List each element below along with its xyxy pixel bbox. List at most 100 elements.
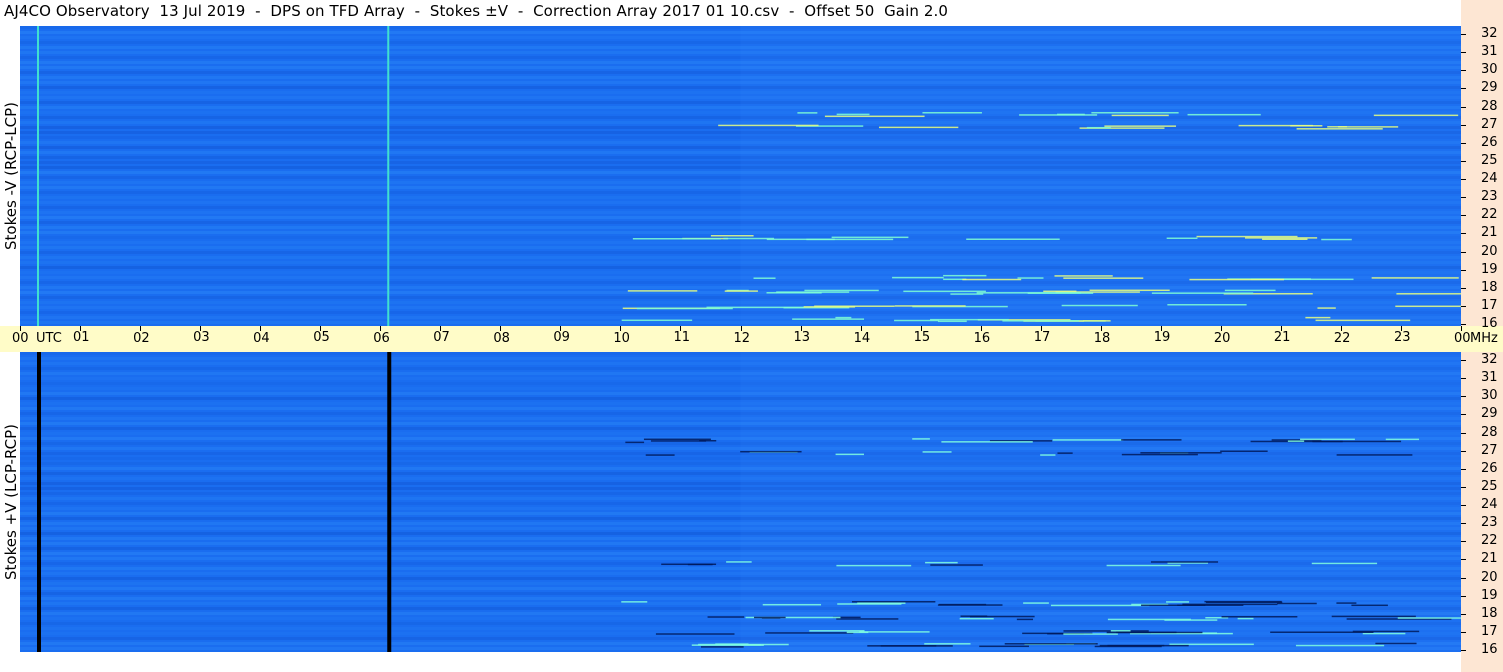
emission-streak	[1187, 113, 1261, 116]
emission-streak	[655, 633, 735, 635]
emission-streak	[1397, 617, 1461, 619]
emission-streak	[1336, 602, 1357, 604]
time-tick-label: 19	[1153, 330, 1171, 345]
time-tick-label: 09	[553, 330, 570, 345]
emission-streak	[1063, 633, 1118, 635]
frequency-tick-mark	[1461, 142, 1466, 144]
emission-streak	[1276, 602, 1317, 605]
frequency-tick-mark	[1461, 160, 1466, 162]
frequency-tick-label: 19	[1481, 587, 1498, 603]
emission-streak	[1321, 238, 1352, 241]
emission-streak	[878, 126, 959, 129]
emission-streak	[724, 290, 758, 292]
emission-streak	[831, 236, 909, 239]
frequency-tick-mark	[1461, 287, 1466, 289]
daytime-region	[740, 26, 1461, 326]
top-frequency-axis: 32 31 30 29 28 27 26 25 24 23 22 21 20 19 18 17 16	[1461, 0, 1503, 331]
emission-streak	[718, 124, 819, 127]
emission-streak	[903, 290, 986, 293]
frequency-tick-mark	[1461, 378, 1466, 380]
frequency-tick-mark	[1461, 233, 1466, 235]
frequency-tick-mark	[1461, 305, 1466, 307]
emission-streak	[846, 631, 869, 634]
frequency-tick-mark	[1461, 197, 1466, 199]
frequency-tick-mark	[1461, 595, 1466, 597]
emission-streak	[1311, 562, 1378, 565]
emission-streak	[645, 454, 675, 456]
emission-streak	[1086, 126, 1111, 129]
top-panel-ylabel: Stokes -V (RCP-LCP)	[0, 26, 22, 326]
frequency-tick-label: 20	[1481, 243, 1498, 259]
emission-streak	[1270, 631, 1374, 633]
frequency-tick-mark	[1461, 505, 1466, 506]
frequency-tick-label: 24	[1481, 497, 1498, 512]
time-tick-label: 04	[253, 331, 270, 346]
emission-streak	[1164, 619, 1218, 621]
bottom-frequency-axis: 32 31 30 29 28 27 26 25 24 23 22 21 20 19 18 17 16	[1461, 352, 1503, 672]
vertical-artifact	[37, 352, 42, 652]
emission-streak	[835, 453, 864, 456]
frequency-tick-label: 30	[1481, 62, 1498, 78]
emission-streak	[1244, 237, 1318, 239]
emission-streak	[960, 615, 988, 617]
time-tick-label: 21	[1273, 330, 1291, 345]
frequency-tick-mark	[1461, 251, 1466, 253]
emission-streak	[912, 438, 930, 440]
bottom-panel-ylabel-text: Stokes +V (LCP-RCP)	[2, 424, 20, 580]
emission-streak	[894, 319, 939, 322]
emission-streak	[922, 112, 982, 114]
frequency-tick-label: 19	[1481, 261, 1498, 277]
emission-streak	[1091, 112, 1179, 114]
bottom-spectrogram-svg	[20, 352, 1461, 652]
emission-streak	[1385, 438, 1420, 441]
emission-streak	[625, 441, 645, 444]
time-tick-label: 12	[733, 331, 751, 346]
emission-streak	[1023, 602, 1049, 604]
top-spectrogram	[20, 26, 1461, 326]
frequency-tick-label: 20	[1481, 569, 1498, 585]
emission-streak	[1204, 600, 1282, 603]
time-tick-label: 05	[313, 330, 330, 345]
emission-streak	[766, 292, 822, 294]
emission-streak	[1150, 561, 1219, 563]
emission-streak	[1220, 450, 1268, 452]
emission-streak	[765, 632, 854, 634]
emission-streak	[938, 603, 987, 606]
frequency-tick-mark	[1461, 106, 1466, 108]
emission-streak	[1111, 114, 1169, 117]
emission-streak	[1375, 642, 1417, 645]
emission-streak	[1362, 632, 1406, 635]
frequency-tick-label: 26	[1481, 460, 1498, 476]
vertical-artifact	[387, 352, 392, 652]
frequency-tick-label: 17	[1481, 297, 1498, 313]
emission-streak	[797, 112, 818, 114]
emission-streak	[962, 278, 1022, 281]
emission-streak	[857, 602, 906, 604]
emission-streak	[1016, 618, 1034, 621]
frequency-tick-mark	[1461, 360, 1466, 361]
emission-streak	[976, 292, 1082, 294]
emission-streak	[1054, 275, 1113, 277]
emission-streak	[1196, 235, 1298, 238]
emission-streak	[803, 306, 856, 308]
emission-streak	[792, 318, 865, 320]
frequency-tick-label: 16	[1481, 642, 1498, 657]
emission-streak	[941, 441, 1033, 443]
emission-streak	[959, 617, 994, 620]
emission-streak	[1050, 604, 1150, 607]
emission-streak	[707, 616, 745, 618]
emission-streak	[836, 113, 870, 116]
emission-streak	[762, 603, 822, 606]
frequency-tick-label: 24	[1481, 171, 1498, 186]
emission-streak	[1104, 125, 1177, 127]
emission-streak	[1002, 320, 1080, 322]
frequency-tick-mark	[1461, 324, 1466, 325]
emission-streak	[1296, 128, 1383, 130]
emission-streak	[1063, 277, 1144, 279]
time-tick-label: 07	[433, 330, 450, 345]
emission-streak	[880, 645, 953, 647]
emission-streak	[726, 561, 752, 563]
time-tick-label: 02	[133, 331, 150, 346]
time-tick-label: 01	[73, 330, 90, 345]
emission-streak	[1395, 305, 1461, 308]
